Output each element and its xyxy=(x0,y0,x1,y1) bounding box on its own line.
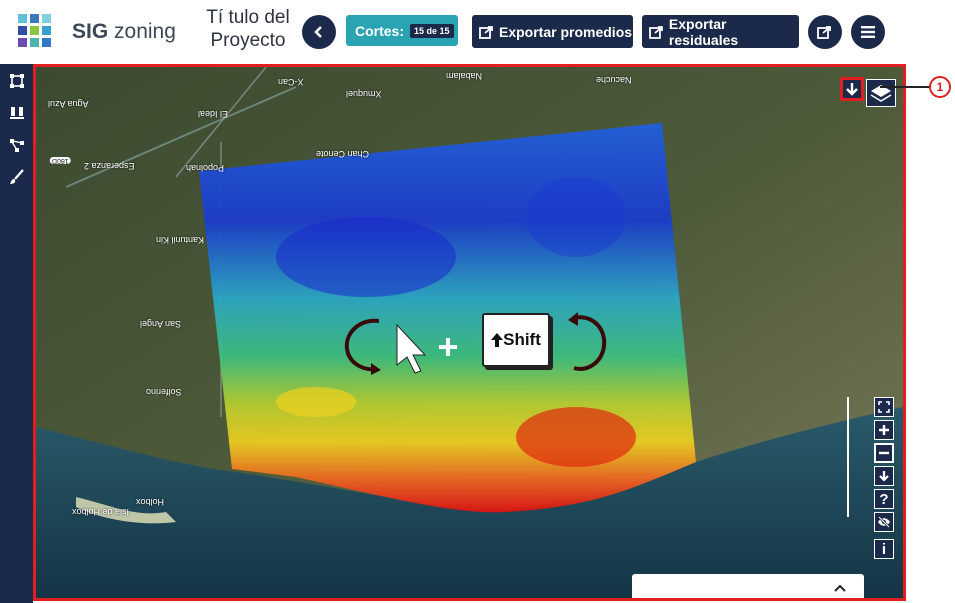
info-label: i xyxy=(881,540,887,558)
rotate-gesture-illustration xyxy=(344,318,457,375)
place-label: X-Can xyxy=(278,77,304,87)
place-label: Popolnah xyxy=(186,163,225,173)
scale-bar xyxy=(847,397,849,517)
export-icon xyxy=(479,25,493,39)
rotate-arrow-icon xyxy=(568,312,607,371)
top-header: SIG zoning Tí tulo del Proyecto Cortes: … xyxy=(0,0,905,64)
network-tool[interactable] xyxy=(6,134,28,156)
logo-brand-bold: SIG xyxy=(72,20,109,43)
place-label: Solferino xyxy=(146,387,182,397)
columns-tool[interactable] xyxy=(6,102,28,124)
info-button[interactable]: i xyxy=(874,539,894,559)
cortes-label: Cortes: xyxy=(355,22,405,39)
back-button[interactable] xyxy=(302,15,336,49)
place-label: Esperanza 2 xyxy=(84,161,135,171)
road-badge: 180D xyxy=(50,157,71,164)
select-area-tool[interactable] xyxy=(6,70,28,92)
shift-key-icon: Shift xyxy=(482,313,550,367)
place-label: El Ideal xyxy=(198,109,229,119)
columns-icon xyxy=(10,107,24,119)
export-icon xyxy=(649,25,663,39)
export-averages-label: Exportar promedios xyxy=(499,23,633,40)
share-icon xyxy=(817,26,831,39)
layers-button[interactable] xyxy=(866,79,896,107)
zoom-in-button[interactable] xyxy=(874,420,894,440)
callout-leader-line xyxy=(880,86,930,88)
plus-icon xyxy=(879,425,889,435)
logo-text: SIG zoning xyxy=(72,20,176,44)
arrow-down-icon xyxy=(879,471,889,482)
export-averages-button[interactable]: Exportar promedios xyxy=(472,15,633,48)
place-label: Agua Azul xyxy=(48,99,89,109)
cortes-badge: 15 de 15 xyxy=(410,23,454,38)
eye-slash-icon xyxy=(878,516,890,528)
callout-marker: 1 xyxy=(929,76,951,98)
select-area-icon xyxy=(10,74,24,88)
logo-brand-rest: zoning xyxy=(114,20,176,43)
place-label: Isla de Holbox xyxy=(72,507,130,517)
download-button[interactable] xyxy=(874,466,894,486)
export-residuals-button[interactable]: Exportar residuales xyxy=(642,15,799,48)
place-label: Nabalam xyxy=(446,71,483,81)
place-label: Xmuquel xyxy=(346,89,382,99)
left-toolbar xyxy=(0,64,33,603)
network-icon xyxy=(10,139,24,152)
help-label: ? xyxy=(879,490,889,508)
menu-button[interactable] xyxy=(851,15,885,49)
project-title[interactable]: Tí tulo del Proyecto xyxy=(196,6,300,52)
zoom-out-button[interactable] xyxy=(874,443,894,463)
arrow-down-icon xyxy=(846,83,858,96)
place-label: Kantunil Kin xyxy=(156,235,205,245)
place-label: Holbox xyxy=(136,497,165,507)
shift-key-label: Shift xyxy=(503,330,541,349)
paint-tool[interactable] xyxy=(6,166,28,188)
app-root: SIG zoning Tí tulo del Proyecto Cortes: … xyxy=(0,0,955,603)
place-label: San Angel xyxy=(140,319,182,329)
paintbrush-icon xyxy=(10,169,24,184)
place-label: Chan Cenote xyxy=(316,149,370,159)
fullscreen-button[interactable] xyxy=(874,397,894,417)
export-residuals-label: Exportar residuales xyxy=(668,15,739,48)
sigzoning-logo xyxy=(18,14,51,47)
cortes-button[interactable]: Cortes: 15 de 15 xyxy=(346,15,458,46)
bottom-panel[interactable] xyxy=(632,574,864,598)
minus-icon xyxy=(879,451,889,455)
arrow-up-icon xyxy=(491,333,504,347)
download-map-button[interactable] xyxy=(840,77,864,101)
chevron-up-icon xyxy=(834,584,846,592)
hamburger-menu-icon xyxy=(861,26,875,38)
map-view[interactable]: Agua Azul El Ideal X-Can Xmuquel Nabalam… xyxy=(33,64,906,601)
satellite-basemap xyxy=(36,67,903,598)
chevron-left-icon xyxy=(314,26,322,38)
fullscreen-icon xyxy=(878,401,890,413)
place-label: Nacuche xyxy=(596,75,632,85)
help-button[interactable]: ? xyxy=(874,489,894,509)
toggle-visibility-button[interactable] xyxy=(874,512,894,532)
share-button[interactable] xyxy=(808,15,842,49)
